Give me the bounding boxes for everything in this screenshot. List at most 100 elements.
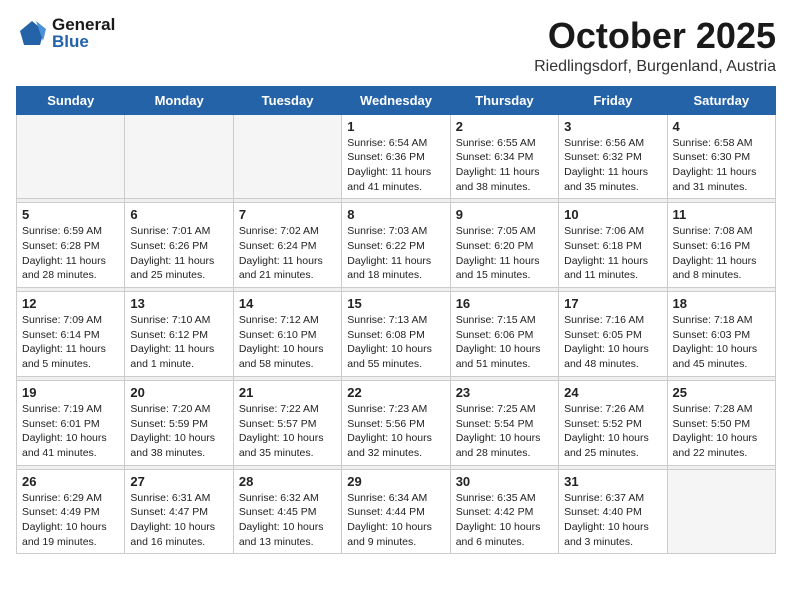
- day-number: 13: [130, 296, 227, 311]
- day-number: 2: [456, 119, 553, 134]
- day-number: 10: [564, 207, 661, 222]
- day-info: Sunrise: 7:03 AM Sunset: 6:22 PM Dayligh…: [347, 224, 444, 283]
- month-title: October 2025: [534, 16, 776, 56]
- weekday-header-row: SundayMondayTuesdayWednesdayThursdayFrid…: [17, 86, 776, 114]
- day-info: Sunrise: 7:02 AM Sunset: 6:24 PM Dayligh…: [239, 224, 336, 283]
- day-info: Sunrise: 7:01 AM Sunset: 6:26 PM Dayligh…: [130, 224, 227, 283]
- day-number: 9: [456, 207, 553, 222]
- day-info: Sunrise: 6:59 AM Sunset: 6:28 PM Dayligh…: [22, 224, 119, 283]
- page-header: General Blue October 2025 Riedlingsdorf,…: [16, 16, 776, 76]
- day-info: Sunrise: 7:06 AM Sunset: 6:18 PM Dayligh…: [564, 224, 661, 283]
- weekday-header: Saturday: [667, 86, 775, 114]
- day-info: Sunrise: 7:05 AM Sunset: 6:20 PM Dayligh…: [456, 224, 553, 283]
- calendar-cell: 14Sunrise: 7:12 AM Sunset: 6:10 PM Dayli…: [233, 292, 341, 377]
- weekday-header: Thursday: [450, 86, 558, 114]
- calendar-table: SundayMondayTuesdayWednesdayThursdayFrid…: [16, 86, 776, 555]
- weekday-header: Monday: [125, 86, 233, 114]
- calendar-cell: 1Sunrise: 6:54 AM Sunset: 6:36 PM Daylig…: [342, 114, 450, 199]
- calendar-cell: 19 Sunrise: 7:19 AM Sunset: 6:01 PM Dayli…: [17, 380, 125, 465]
- day-number: 16: [456, 296, 553, 311]
- calendar-cell: 10 Sunrise: 7:06 AM Sunset: 6:18 PM Dayli…: [559, 203, 667, 288]
- day-info: Sunrise: 7:15 AM Sunset: 6:06 PM Dayligh…: [456, 313, 553, 372]
- calendar-cell: 26Sunrise: 6:29 AM Sunset: 4:49 PM Dayli…: [17, 469, 125, 554]
- calendar-cell: 2 Sunrise: 6:55 AM Sunset: 6:34 PM Daylig…: [450, 114, 558, 199]
- day-info: Sunrise: 6:34 AM Sunset: 4:44 PM Dayligh…: [347, 491, 444, 550]
- calendar-cell: 21 Sunrise: 7:22 AM Sunset: 5:57 PM Dayli…: [233, 380, 341, 465]
- day-info: Sunrise: 7:20 AM Sunset: 5:59 PM Dayligh…: [130, 402, 227, 461]
- calendar-cell: 23 Sunrise: 7:25 AM Sunset: 5:54 PM Dayli…: [450, 380, 558, 465]
- day-info: Sunrise: 7:18 AM Sunset: 6:03 PM Dayligh…: [673, 313, 770, 372]
- day-number: 14: [239, 296, 336, 311]
- calendar-week-row: 19 Sunrise: 7:19 AM Sunset: 6:01 PM Dayli…: [17, 380, 776, 465]
- logo-text: General Blue: [52, 16, 115, 50]
- calendar-cell: 5 Sunrise: 6:59 AM Sunset: 6:28 PM Daylig…: [17, 203, 125, 288]
- calendar-cell: [17, 114, 125, 199]
- day-info: Sunrise: 7:10 AM Sunset: 6:12 PM Dayligh…: [130, 313, 227, 372]
- day-info: Sunrise: 7:26 AM Sunset: 5:52 PM Dayligh…: [564, 402, 661, 461]
- calendar-week-row: 12 Sunrise: 7:09 AM Sunset: 6:14 PM Dayli…: [17, 292, 776, 377]
- weekday-header: Sunday: [17, 86, 125, 114]
- day-info: Sunrise: 7:22 AM Sunset: 5:57 PM Dayligh…: [239, 402, 336, 461]
- day-number: 25: [673, 385, 770, 400]
- day-number: 4: [673, 119, 770, 134]
- calendar-week-row: 1Sunrise: 6:54 AM Sunset: 6:36 PM Daylig…: [17, 114, 776, 199]
- day-number: 8: [347, 207, 444, 222]
- calendar-cell: 30 Sunrise: 6:35 AM Sunset: 4:42 PM Dayli…: [450, 469, 558, 554]
- day-info: Sunrise: 6:56 AM Sunset: 6:32 PM Dayligh…: [564, 136, 661, 195]
- day-number: 31: [564, 474, 661, 489]
- day-number: 29: [347, 474, 444, 489]
- weekday-header: Tuesday: [233, 86, 341, 114]
- day-info: Sunrise: 7:19 AM Sunset: 6:01 PM Dayligh…: [22, 402, 119, 461]
- calendar-cell: 25Sunrise: 7:28 AM Sunset: 5:50 PM Dayli…: [667, 380, 775, 465]
- calendar-cell: 18 Sunrise: 7:18 AM Sunset: 6:03 PM Dayli…: [667, 292, 775, 377]
- day-number: 18: [673, 296, 770, 311]
- location-title: Riedlingsdorf, Burgenland, Austria: [534, 58, 776, 76]
- calendar-cell: 24 Sunrise: 7:26 AM Sunset: 5:52 PM Dayli…: [559, 380, 667, 465]
- day-number: 19: [22, 385, 119, 400]
- calendar-cell: 8 Sunrise: 7:03 AM Sunset: 6:22 PM Daylig…: [342, 203, 450, 288]
- day-number: 20: [130, 385, 227, 400]
- day-info: Sunrise: 7:25 AM Sunset: 5:54 PM Dayligh…: [456, 402, 553, 461]
- calendar-cell: 31Sunrise: 6:37 AM Sunset: 4:40 PM Dayli…: [559, 469, 667, 554]
- calendar-cell: 13 Sunrise: 7:10 AM Sunset: 6:12 PM Dayli…: [125, 292, 233, 377]
- day-info: Sunrise: 7:09 AM Sunset: 6:14 PM Dayligh…: [22, 313, 119, 372]
- day-number: 23: [456, 385, 553, 400]
- day-number: 28: [239, 474, 336, 489]
- day-number: 15: [347, 296, 444, 311]
- calendar-cell: [233, 114, 341, 199]
- day-info: Sunrise: 7:23 AM Sunset: 5:56 PM Dayligh…: [347, 402, 444, 461]
- day-info: Sunrise: 6:31 AM Sunset: 4:47 PM Dayligh…: [130, 491, 227, 550]
- day-number: 3: [564, 119, 661, 134]
- day-info: Sunrise: 7:13 AM Sunset: 6:08 PM Dayligh…: [347, 313, 444, 372]
- day-number: 5: [22, 207, 119, 222]
- logo-blue: Blue: [52, 33, 115, 50]
- weekday-header: Wednesday: [342, 86, 450, 114]
- calendar-cell: [667, 469, 775, 554]
- calendar-cell: 17Sunrise: 7:16 AM Sunset: 6:05 PM Dayli…: [559, 292, 667, 377]
- day-number: 11: [673, 207, 770, 222]
- day-number: 1: [347, 119, 444, 134]
- weekday-header: Friday: [559, 86, 667, 114]
- day-number: 27: [130, 474, 227, 489]
- calendar-cell: 28Sunrise: 6:32 AM Sunset: 4:45 PM Dayli…: [233, 469, 341, 554]
- logo-general: General: [52, 16, 115, 33]
- calendar-week-row: 26Sunrise: 6:29 AM Sunset: 4:49 PM Dayli…: [17, 469, 776, 554]
- calendar-cell: [125, 114, 233, 199]
- calendar-cell: 27 Sunrise: 6:31 AM Sunset: 4:47 PM Dayli…: [125, 469, 233, 554]
- day-number: 12: [22, 296, 119, 311]
- calendar-cell: 3 Sunrise: 6:56 AM Sunset: 6:32 PM Daylig…: [559, 114, 667, 199]
- day-number: 26: [22, 474, 119, 489]
- day-info: Sunrise: 7:08 AM Sunset: 6:16 PM Dayligh…: [673, 224, 770, 283]
- calendar-cell: 22 Sunrise: 7:23 AM Sunset: 5:56 PM Dayli…: [342, 380, 450, 465]
- day-number: 22: [347, 385, 444, 400]
- day-number: 7: [239, 207, 336, 222]
- day-info: Sunrise: 6:55 AM Sunset: 6:34 PM Dayligh…: [456, 136, 553, 195]
- day-number: 21: [239, 385, 336, 400]
- calendar-cell: 11 Sunrise: 7:08 AM Sunset: 6:16 PM Dayli…: [667, 203, 775, 288]
- day-number: 30: [456, 474, 553, 489]
- calendar-cell: 16 Sunrise: 7:15 AM Sunset: 6:06 PM Dayli…: [450, 292, 558, 377]
- logo-icon: [16, 17, 48, 49]
- day-info: Sunrise: 6:35 AM Sunset: 4:42 PM Dayligh…: [456, 491, 553, 550]
- calendar-cell: 7 Sunrise: 7:02 AM Sunset: 6:24 PM Daylig…: [233, 203, 341, 288]
- day-number: 24: [564, 385, 661, 400]
